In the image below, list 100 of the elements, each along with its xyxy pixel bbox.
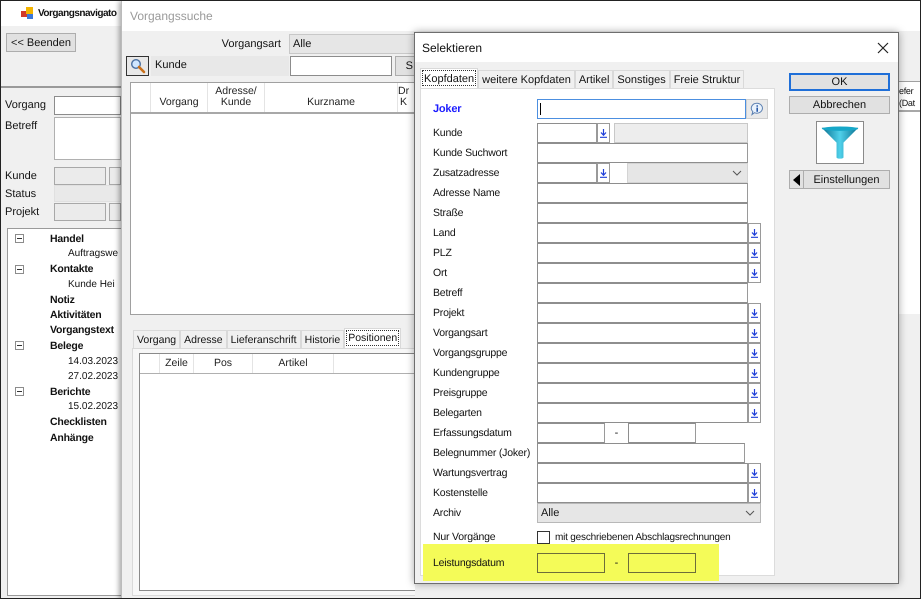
input-field[interactable] — [537, 243, 748, 263]
input-field[interactable] — [537, 383, 748, 403]
column-header[interactable]: Pos — [194, 354, 253, 373]
lookup-button[interactable] — [748, 243, 761, 263]
lookup-button[interactable] — [748, 383, 761, 403]
tree-item[interactable]: Handel — [50, 232, 84, 245]
tab[interactable]: weitere Kopfdaten — [478, 70, 575, 88]
field-label: Vorgangsart — [433, 327, 489, 339]
lookup-button[interactable] — [748, 463, 761, 483]
lookup-button[interactable] — [597, 123, 610, 143]
close-button[interactable]: << Beenden — [6, 33, 76, 52]
tab[interactable]: Positionen — [344, 328, 402, 348]
lookup-button[interactable] — [597, 163, 610, 183]
input-field[interactable] — [537, 443, 745, 463]
field-label: Vorgangsart — [220, 37, 282, 52]
ok-button[interactable]: OK — [789, 73, 890, 91]
input-field[interactable] — [54, 96, 121, 115]
input-field[interactable] — [537, 303, 748, 323]
column-header[interactable]: Dr K — [398, 83, 415, 112]
checkbox[interactable] — [537, 530, 550, 544]
input-field[interactable] — [537, 263, 748, 283]
input-field[interactable] — [537, 363, 748, 383]
lookup-button[interactable] — [748, 263, 761, 283]
input-field[interactable] — [537, 323, 748, 343]
tab[interactable]: Lieferanschrift — [226, 330, 301, 348]
tree-item[interactable]: Kunde Hei — [68, 279, 115, 290]
tab[interactable]: Historie — [300, 330, 344, 348]
collapse-toggle-icon[interactable] — [15, 386, 24, 396]
checkbox-label[interactable]: mit geschriebenen Abschlagsrechnungen — [555, 532, 731, 542]
input-field[interactable] — [54, 167, 106, 185]
tree-item[interactable]: Notiz — [50, 294, 75, 306]
column-header[interactable]: Artikel — [253, 354, 334, 373]
field-label: Kunde — [433, 127, 464, 139]
input-field[interactable] — [537, 143, 748, 163]
collapse-toggle-icon[interactable] — [15, 264, 24, 274]
input-field[interactable] — [537, 203, 748, 223]
lookup-button[interactable] — [748, 363, 761, 383]
input-field[interactable] — [537, 99, 746, 119]
settings-button[interactable]: Einstellungen — [789, 170, 890, 189]
tree-item[interactable]: Kontakte — [50, 263, 94, 276]
arrow-down-icon — [751, 248, 758, 258]
lookup-button[interactable] — [748, 323, 761, 343]
cancel-button[interactable]: Abbrechen — [789, 96, 890, 114]
arrow-down-icon — [751, 468, 758, 478]
field-label: Betreff — [5, 119, 38, 132]
tree-item[interactable]: 15.02.2023 — [68, 401, 118, 412]
arrow-down-icon — [751, 348, 758, 358]
tree-item[interactable]: Berichte — [50, 386, 90, 398]
input-field[interactable] — [537, 343, 748, 363]
column-header[interactable]: Kurzname — [265, 83, 398, 112]
column-header[interactable]: Zeile — [160, 354, 194, 373]
tree-item[interactable]: Checklisten — [50, 416, 107, 428]
search-submit-button[interactable]: S — [395, 56, 415, 76]
tab[interactable]: Artikel — [574, 70, 614, 88]
text-area[interactable] — [54, 117, 121, 160]
lookup-button[interactable] — [748, 343, 761, 363]
date-field[interactable] — [628, 552, 696, 572]
window-title: Vorgangssuche — [130, 9, 213, 23]
dropdown[interactable]: Alle — [537, 503, 761, 523]
info-button[interactable] — [746, 99, 768, 119]
field-label: Adresse Name — [433, 187, 502, 199]
date-field[interactable] — [628, 423, 696, 443]
collapse-toggle-icon[interactable] — [15, 234, 24, 243]
date-field[interactable] — [537, 423, 605, 443]
search-field[interactable] — [290, 56, 392, 76]
lookup-button[interactable] — [748, 223, 761, 243]
column-header[interactable]: Vorgang — [151, 83, 208, 112]
tree-item[interactable]: 14.03.2023 — [68, 356, 118, 367]
input-field[interactable] — [537, 483, 748, 503]
date-field[interactable] — [537, 552, 605, 572]
tree-item[interactable]: 27.02.2023 — [68, 370, 118, 382]
input-field[interactable] — [537, 403, 748, 423]
input-field[interactable] — [537, 223, 748, 243]
input-field[interactable] — [109, 167, 121, 185]
tree-item[interactable]: Auftragswe — [68, 248, 118, 260]
input-field[interactable] — [109, 203, 121, 221]
input-field[interactable] — [54, 203, 106, 221]
field-label: Vorgang — [5, 98, 47, 111]
tab[interactable]: Adresse — [180, 330, 227, 348]
tab[interactable]: Kopfdaten — [420, 68, 478, 88]
column-header[interactable]: Adresse/ Kunde — [208, 83, 265, 112]
input-field[interactable] — [537, 463, 748, 483]
input-field[interactable] — [537, 163, 597, 183]
lookup-button[interactable] — [748, 403, 761, 423]
tab[interactable]: Freie Struktur — [670, 70, 744, 88]
tab[interactable]: Sonstiges — [613, 70, 670, 88]
filter-icon[interactable] — [816, 121, 864, 164]
tab[interactable]: Vorgang — [133, 330, 180, 348]
type-dropdown[interactable]: Alle — [289, 34, 415, 54]
tree-item[interactable]: Belege — [50, 340, 84, 352]
tree-item[interactable]: Aktivitäten — [50, 309, 102, 322]
collapse-toggle-icon[interactable] — [15, 341, 24, 350]
input-field[interactable] — [537, 283, 748, 303]
lookup-button[interactable] — [748, 303, 761, 323]
search-button[interactable] — [126, 56, 149, 76]
input-field[interactable] — [537, 123, 597, 143]
tree-item[interactable]: Anhänge — [50, 432, 94, 444]
tree-item[interactable]: Vorgangstext — [50, 324, 114, 336]
input-field[interactable] — [537, 183, 748, 203]
lookup-button[interactable] — [748, 483, 761, 503]
